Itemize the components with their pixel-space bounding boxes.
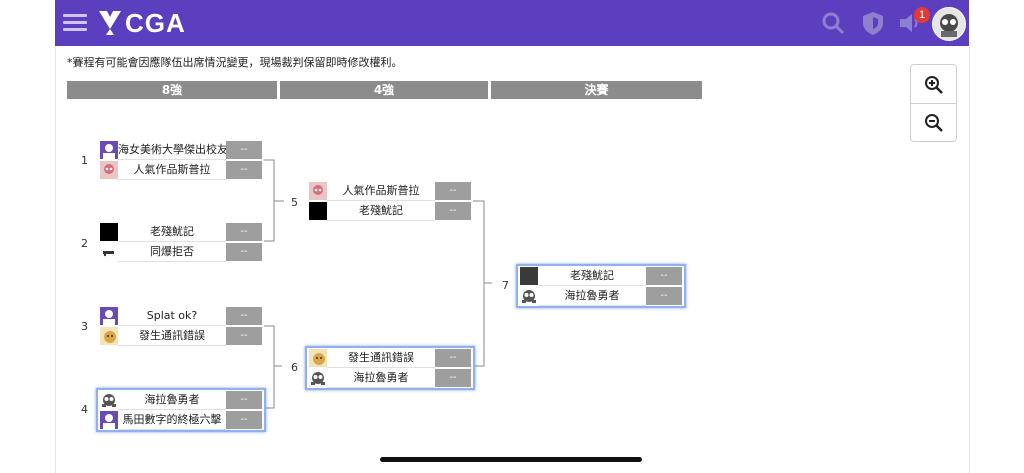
team-name: 馬田數字的終極六擊 [118, 411, 226, 430]
match-4-player-2[interactable]: 馬田數字的終極六擊 -- [98, 410, 264, 430]
match-3-player-2[interactable]: 發生通訊錯誤 -- [98, 326, 264, 346]
match-7-player-2[interactable]: 海拉魯勇者 -- [518, 286, 684, 306]
team-score: -- [646, 267, 682, 285]
team-score: -- [226, 141, 262, 159]
match-number-6: 6 [291, 361, 298, 374]
team-avatar [309, 202, 327, 220]
match-1-player-2[interactable]: 人氣作品斯普拉 -- [98, 160, 264, 180]
team-score: -- [435, 182, 471, 200]
team-avatar [309, 182, 327, 200]
team-score: -- [435, 369, 471, 387]
team-name: 發生通訊錯誤 [118, 327, 226, 346]
match-7[interactable]: 老殘魷記 -- 海拉魯勇者 -- [516, 264, 686, 308]
team-avatar [309, 349, 327, 367]
team-score: -- [226, 161, 262, 179]
team-name: 發生通訊錯誤 [327, 349, 435, 368]
team-avatar [100, 307, 118, 325]
team-name: 人氣作品斯普拉 [118, 161, 226, 180]
match-1[interactable]: 海女美術大學傑出校友 -- 人氣作品斯普拉 -- [98, 140, 264, 180]
team-score: -- [226, 307, 262, 325]
match-number-3: 3 [81, 320, 88, 333]
match-5[interactable]: 人氣作品斯普拉 -- 老殘魷記 -- [307, 181, 473, 221]
match-number-1: 1 [81, 154, 88, 167]
match-number-5: 5 [291, 196, 298, 209]
match-2-player-1[interactable]: 老殘魷記 -- [98, 222, 264, 242]
team-score: -- [226, 327, 262, 345]
team-name: 同爆拒否 [118, 243, 226, 262]
match-2-player-2[interactable]: 同爆拒否 -- [98, 242, 264, 262]
team-avatar [100, 161, 118, 179]
match-7-player-1[interactable]: 老殘魷記 -- [518, 266, 684, 286]
match-5-player-2[interactable]: 老殘魷記 -- [307, 201, 473, 221]
team-name: Splat ok? [118, 307, 226, 326]
team-name: 老殘魷記 [118, 223, 226, 242]
match-number-2: 2 [81, 237, 88, 250]
team-avatar [100, 223, 118, 241]
team-score: -- [226, 391, 262, 409]
home-indicator[interactable] [380, 457, 642, 462]
team-score: -- [226, 223, 262, 241]
match-3[interactable]: Splat ok? -- 發生通訊錯誤 -- [98, 306, 264, 346]
team-avatar [309, 369, 327, 387]
team-avatar [100, 327, 118, 345]
match-number-4: 4 [81, 403, 88, 416]
team-avatar [100, 141, 118, 159]
match-6-player-2[interactable]: 海拉魯勇者 -- [307, 368, 473, 388]
team-score: -- [646, 287, 682, 305]
match-4[interactable]: 海拉魯勇者 -- 馬田數字的終極六擊 -- [96, 388, 266, 432]
team-name: 海拉魯勇者 [118, 391, 226, 410]
team-score: -- [435, 349, 471, 367]
team-avatar [100, 391, 118, 409]
team-name: 老殘魷記 [327, 202, 435, 221]
team-avatar [100, 243, 118, 261]
team-avatar [520, 267, 538, 285]
team-score: -- [226, 411, 262, 429]
match-number-7: 7 [502, 279, 509, 292]
team-name: 海拉魯勇者 [538, 287, 646, 306]
team-name: 海拉魯勇者 [327, 369, 435, 388]
team-score: -- [435, 202, 471, 220]
team-name: 人氣作品斯普拉 [327, 182, 435, 201]
match-5-player-1[interactable]: 人氣作品斯普拉 -- [307, 181, 473, 201]
team-score: -- [226, 243, 262, 261]
match-1-player-1[interactable]: 海女美術大學傑出校友 -- [98, 140, 264, 160]
team-avatar [520, 287, 538, 305]
match-6-player-1[interactable]: 發生通訊錯誤 -- [307, 348, 473, 368]
match-2[interactable]: 老殘魷記 -- 同爆拒否 -- [98, 222, 264, 262]
match-4-player-1[interactable]: 海拉魯勇者 -- [98, 390, 264, 410]
team-name: 海女美術大學傑出校友 [118, 141, 226, 160]
team-name: 老殘魷記 [538, 267, 646, 286]
team-avatar [100, 411, 118, 429]
match-3-player-1[interactable]: Splat ok? -- [98, 306, 264, 326]
match-6[interactable]: 發生通訊錯誤 -- 海拉魯勇者 -- [305, 346, 475, 390]
